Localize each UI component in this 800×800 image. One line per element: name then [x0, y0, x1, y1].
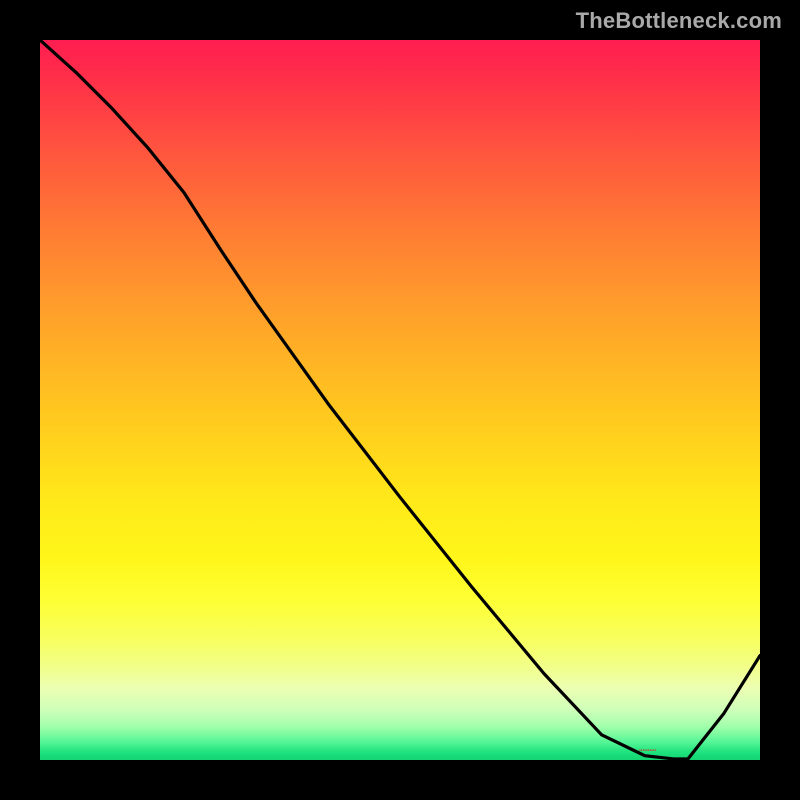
watermark-text: TheBottleneck.com — [576, 8, 782, 34]
flat-segment-label: ·········· — [639, 745, 656, 757]
plot-area: ·········· — [40, 40, 760, 760]
chart-frame: TheBottleneck.com ·········· — [0, 0, 800, 800]
chart-line-layer — [40, 40, 760, 760]
chart-line — [40, 40, 760, 759]
